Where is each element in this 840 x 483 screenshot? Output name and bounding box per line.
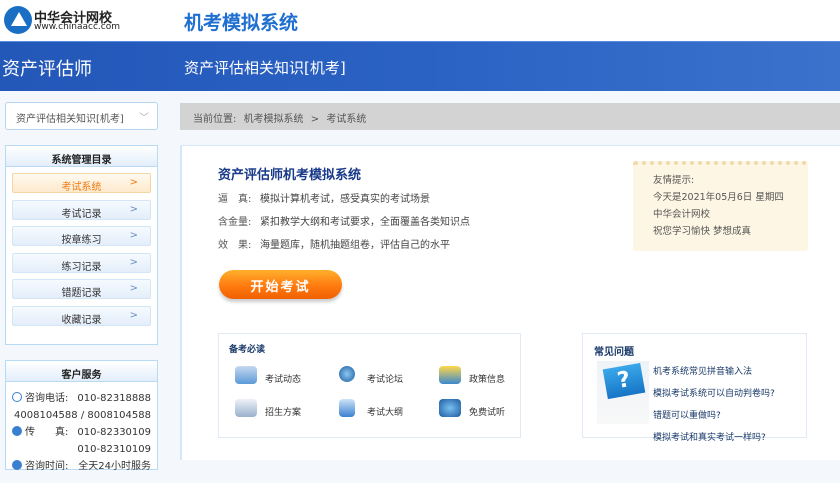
chevron-right-icon: > <box>129 283 138 294</box>
phone-number: 010-82318888 <box>77 393 151 404</box>
sidebar-item-practice-records[interactable]: 练习记录 > <box>12 252 151 273</box>
feature-row: 效 果: 海量题库，随机抽题组卷，评估自己的水平 <box>218 236 450 251</box>
feature-key: 含金量: <box>218 217 252 228</box>
fax-number-2: 010-82310109 <box>77 444 151 455</box>
customer-service: 客户服务 咨询电话: 010-82318888 4008104588 / 8008… <box>5 360 158 472</box>
chevron-right-icon: > <box>129 256 138 268</box>
faq-link[interactable]: 模拟考试和真实考试一样吗? <box>653 430 766 443</box>
main-title: 资产评估师机考模拟系统 <box>218 168 362 183</box>
link-label: 招生方案 <box>265 408 302 418</box>
fax-icon <box>12 426 22 436</box>
hours-value: 全天24小时服务 <box>78 461 151 472</box>
tip-date: 今天是2021年05月6日 星期四 <box>653 192 784 203</box>
tip-line: 祝您学习愉快 梦想成真 <box>653 226 752 237</box>
chevron-right-icon: > <box>129 203 138 215</box>
main-panel: 资产评估师机考模拟系统 逼 真: 模拟计算机考试，感受真实的考试场景 含金量: 紧扣… <box>180 145 840 460</box>
fax-number: 010-82330109 <box>77 427 151 438</box>
faq-link[interactable]: 模拟考试系统可以自动判卷吗? <box>653 386 775 399</box>
news-icon <box>235 366 257 384</box>
hours-label: 咨询时间: <box>25 461 69 472</box>
logo-url[interactable]: www.chinaacc.com <box>34 22 120 32</box>
chevron-right-icon: > <box>129 309 138 321</box>
link-policy-info[interactable]: 政策信息 <box>439 366 506 385</box>
link-label: 考试大纲 <box>367 408 404 418</box>
menu-label: 按章练习 <box>61 235 102 246</box>
menu-label: 收藏记录 <box>61 314 102 326</box>
phone-label: 咨询电话: <box>25 393 69 404</box>
breadcrumb-item: 考试系统 <box>326 114 367 125</box>
menu-label: 练习记录 <box>61 261 102 273</box>
globe-icon <box>339 366 355 382</box>
breadcrumb-prefix: 当前位置: <box>193 114 237 125</box>
customer-service-title: 客户服务 <box>6 361 157 382</box>
breadcrumb: 当前位置: 机考模拟系统 > 考试系统 <box>180 103 840 130</box>
link-label: 考试动态 <box>265 375 302 385</box>
link-label: 免费试听 <box>469 408 506 418</box>
media-globe-icon <box>439 399 461 417</box>
breadcrumb-separator: > <box>310 114 320 125</box>
link-free-trial[interactable]: 免费试听 <box>439 399 506 418</box>
must-read-title: 备考必读 <box>229 345 266 355</box>
link-exam-forum[interactable]: 考试论坛 <box>339 366 404 385</box>
phone-icon <box>12 392 22 402</box>
feature-row: 逼 真: 模拟计算机考试，感受真实的考试场景 <box>218 190 430 205</box>
faq-panel: 常见问题 ? 机考系统常见拼音输入法 模拟考试系统可以自动判卷吗? 错题可以重做… <box>582 333 807 443</box>
tip-note: 友情提示: 今天是2021年05月6日 星期四 中华会计网校 祝您学习愉快 梦想… <box>633 161 808 251</box>
phone-number-2: 4008104588 / 8008104588 <box>14 410 151 421</box>
system-title: 机考模拟系统 <box>184 12 299 34</box>
sidebar-item-chapter-practice[interactable]: 按章练习 > <box>12 226 151 246</box>
feature-value: 模拟计算机考试，感受真实的考试场景 <box>260 194 430 205</box>
header: 中华会计网校 www.chinaacc.com 机考模拟系统 <box>0 0 840 41</box>
menu-label: 错题记录 <box>61 288 102 299</box>
menu-label: 考试记录 <box>61 208 102 220</box>
tip-line: 中华会计网校 <box>653 209 711 220</box>
sidebar-item-wrong-questions[interactable]: 错题记录 > <box>12 279 151 299</box>
breadcrumb-item[interactable]: 机考模拟系统 <box>244 114 304 125</box>
must-read-panel: 备考必读 考试动态 考试论坛 政策信息 招生方案 考试大纲 免费试听 <box>218 333 521 438</box>
feature-row: 含金量: 紧扣教学大纲和考试要求，全面覆盖各类知识点 <box>218 213 470 228</box>
link-label: 考试论坛 <box>367 375 404 385</box>
faq-title: 常见问题 <box>594 347 634 358</box>
chevron-right-icon: > <box>129 230 138 241</box>
question-envelope-icon: ? <box>597 361 649 424</box>
sidebar-item-exam-records[interactable]: 考试记录 > <box>12 199 151 220</box>
feature-key: 效 果: <box>218 240 252 251</box>
fax-label: 传 真: <box>25 427 69 438</box>
star-basket-icon <box>439 366 461 384</box>
chevron-right-icon: > <box>129 177 138 188</box>
link-label: 政策信息 <box>469 375 506 385</box>
link-exam-news[interactable]: 考试动态 <box>235 366 302 385</box>
exam-subject: 资产评估相关知识[机考] <box>184 59 346 77</box>
menu-label: 考试系统 <box>61 182 102 193</box>
subject-select[interactable]: 资产评估相关知识[机考] ﹀ <box>5 102 158 130</box>
faq-link[interactable]: 机考系统常见拼音输入法 <box>653 364 752 377</box>
feature-value: 紧扣教学大纲和考试要求，全面覆盖各类知识点 <box>260 217 470 228</box>
clock-icon <box>12 460 22 470</box>
link-enrollment[interactable]: 招生方案 <box>235 399 302 418</box>
subject-select-value: 资产评估相关知识[机考] <box>16 114 124 125</box>
feature-key: 逼 真: <box>218 194 252 205</box>
feature-value: 海量题库，随机抽题组卷，评估自己的水平 <box>260 240 450 251</box>
chevron-down-icon: ﹀ <box>139 113 149 124</box>
sidebar-item-exam-system[interactable]: 考试系统 > <box>12 173 151 193</box>
logo-icon[interactable] <box>4 6 32 34</box>
faq-link[interactable]: 错题可以重做吗? <box>653 408 721 421</box>
banner: 资产评估师 资产评估相关知识[机考] <box>0 41 840 91</box>
start-exam-button[interactable]: 开始考试 <box>219 270 342 299</box>
system-menu: 系统管理目录 考试系统 > 考试记录 > 按章练习 > 练习记录 > 错题记录 > 收藏记… <box>5 145 158 345</box>
exam-category: 资产评估师 <box>2 59 92 80</box>
link-syllabus[interactable]: 考试大纲 <box>339 399 404 418</box>
book-icon <box>339 399 355 417</box>
system-menu-title: 系统管理目录 <box>6 146 157 167</box>
sidebar-item-favorites[interactable]: 收藏记录 > <box>12 305 151 326</box>
certificate-icon <box>235 399 257 417</box>
tip-line: 友情提示: <box>653 175 695 186</box>
